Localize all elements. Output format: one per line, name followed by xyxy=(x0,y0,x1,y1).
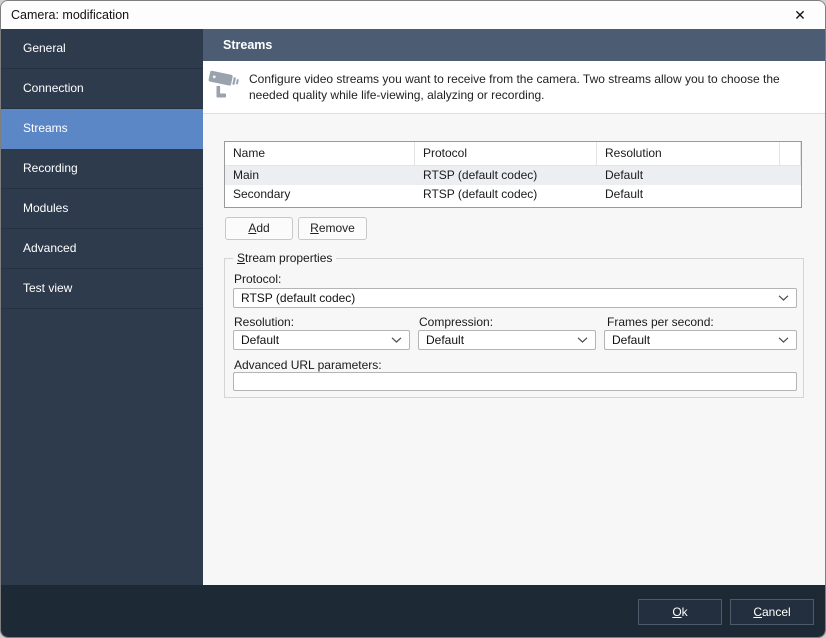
main-panel: Streams Configure video streams you want… xyxy=(203,29,825,585)
resolution-select-value: Default xyxy=(241,333,280,347)
chevron-down-icon xyxy=(778,295,789,301)
stream-properties-group: Stream properties Protocol: RTSP (defaul… xyxy=(224,251,804,398)
frames-per-second-label: Frames per second: xyxy=(607,315,714,329)
sidebar-item-streams[interactable]: Streams xyxy=(1,109,203,149)
frames-per-second-select-value: Default xyxy=(612,333,651,347)
cell-name: Secondary xyxy=(233,187,291,201)
protocol-select-value: RTSP (default codec) xyxy=(241,291,356,305)
window-title: Camera: modification xyxy=(11,8,130,22)
chevron-down-icon xyxy=(391,337,402,343)
protocol-select[interactable]: RTSP (default codec) xyxy=(233,288,797,308)
streams-table: Name Protocol Resolution Main RTSP (defa… xyxy=(224,141,802,208)
window-titlebar[interactable]: Camera: modification ✕ xyxy=(1,1,825,29)
column-header-name[interactable]: Name xyxy=(225,142,415,165)
sidebar-item-general[interactable]: General xyxy=(1,29,203,69)
cancel-button[interactable]: Cancel xyxy=(730,599,814,625)
sidebar: General Connection Streams Recording Mod… xyxy=(1,29,203,585)
cctv-camera-icon xyxy=(208,67,242,107)
protocol-label: Protocol: xyxy=(234,272,282,286)
compression-select-value: Default xyxy=(426,333,465,347)
chevron-down-icon xyxy=(577,337,588,343)
close-icon[interactable]: ✕ xyxy=(783,3,817,27)
resolution-label: Resolution: xyxy=(234,315,295,329)
column-header-resolution[interactable]: Resolution xyxy=(597,142,780,165)
frames-per-second-select[interactable]: Default xyxy=(604,330,797,350)
footer-bar: Ok Cancel xyxy=(1,585,825,637)
camera-modification-dialog: Camera: modification ✕ General Connectio… xyxy=(0,0,826,638)
column-header-spacer xyxy=(780,142,801,165)
table-row-main[interactable]: Main RTSP (default codec) Default xyxy=(225,166,801,185)
advanced-url-label: Advanced URL parameters: xyxy=(234,358,382,372)
cell-protocol: RTSP (default codec) xyxy=(423,187,538,201)
description-text: Configure video streams you want to rece… xyxy=(249,72,780,102)
advanced-url-input[interactable] xyxy=(233,372,797,391)
remove-button[interactable]: Remove xyxy=(298,217,367,240)
compression-label: Compression: xyxy=(419,315,494,329)
cell-name: Main xyxy=(233,168,260,182)
resolution-select[interactable]: Default xyxy=(233,330,410,350)
column-header-protocol[interactable]: Protocol xyxy=(415,142,597,165)
table-row-secondary[interactable]: Secondary RTSP (default codec) Default xyxy=(225,185,801,204)
cell-protocol: RTSP (default codec) xyxy=(423,168,538,182)
streams-table-header: Name Protocol Resolution xyxy=(225,142,801,166)
compression-select[interactable]: Default xyxy=(418,330,596,350)
description-strip: Configure video streams you want to rece… xyxy=(203,61,825,114)
stream-properties-label: Stream properties xyxy=(233,251,337,265)
sidebar-item-test-view[interactable]: Test view xyxy=(1,269,203,309)
sidebar-item-recording[interactable]: Recording xyxy=(1,149,203,189)
sidebar-item-connection[interactable]: Connection xyxy=(1,69,203,109)
cell-resolution: Default xyxy=(605,168,644,182)
chevron-down-icon xyxy=(778,337,789,343)
sidebar-item-advanced[interactable]: Advanced xyxy=(1,229,203,269)
sidebar-item-modules[interactable]: Modules xyxy=(1,189,203,229)
ok-button[interactable]: Ok xyxy=(638,599,722,625)
add-button[interactable]: Add xyxy=(225,217,293,240)
cell-resolution: Default xyxy=(605,187,644,201)
section-header: Streams xyxy=(203,29,825,61)
